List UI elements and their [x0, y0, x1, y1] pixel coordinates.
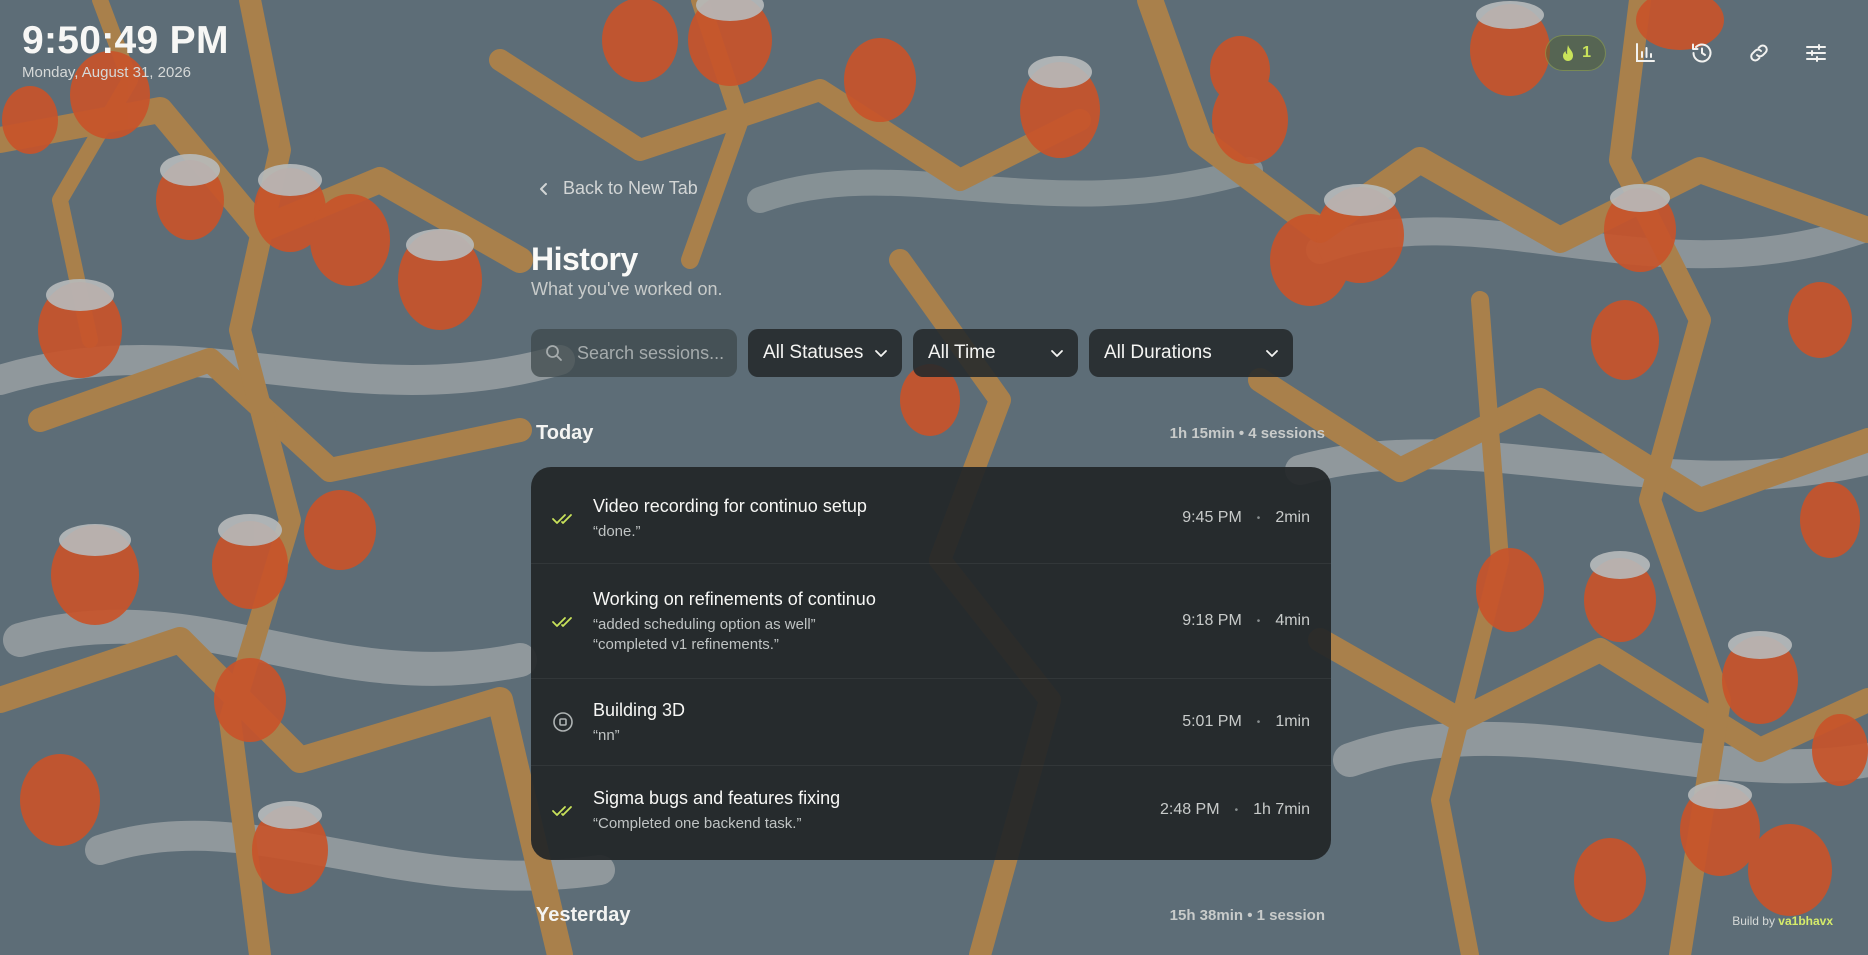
session-time: 2:48 PM: [1159, 801, 1220, 818]
group-summary: 15h 38min • 1 session: [1169, 907, 1325, 924]
session-title: Sigma bugs and features fixing: [593, 788, 841, 808]
session-note: “nn”: [593, 727, 620, 744]
duration-filter-value: All Durations: [1104, 342, 1212, 363]
session-row[interactable]: Working on refinements of continuo “adde…: [531, 564, 1331, 679]
stats-button[interactable]: [1627, 35, 1663, 71]
session-note: “done.”: [593, 523, 641, 540]
session-duration: 2min: [1275, 509, 1310, 526]
streak-badge[interactable]: 1: [1545, 35, 1606, 71]
status-filter-select[interactable]: All Statuses: [748, 329, 902, 377]
flame-icon: [1563, 45, 1574, 61]
status-filter-value: All Statuses: [763, 342, 864, 363]
search-icon: [546, 345, 562, 361]
session-duration: 4min: [1275, 612, 1310, 629]
group-title: Today: [536, 422, 594, 444]
clock-date: Monday, August 31, 2026: [22, 64, 192, 81]
clock-time: 9:50:49 PM: [22, 19, 229, 62]
back-link[interactable]: Back to New Tab: [537, 178, 1331, 199]
double-check-icon: [552, 617, 572, 627]
top-toolbar: 1: [1545, 35, 1834, 71]
settings-button[interactable]: [1798, 35, 1834, 71]
settings-sliders-icon: [1806, 44, 1826, 62]
duration-filter-select[interactable]: All Durations: [1089, 329, 1293, 377]
back-link-label: Back to New Tab: [563, 178, 698, 198]
separator-dot: •: [1234, 804, 1239, 816]
double-check-icon: [552, 514, 572, 524]
stopped-circle-icon: [553, 712, 573, 732]
chevron-down-icon: [875, 350, 887, 357]
session-note: “Completed one backend task.”: [593, 815, 802, 832]
session-title: Building 3D: [593, 700, 686, 720]
session-time: 9:45 PM: [1182, 509, 1242, 526]
chevron-down-icon: [1266, 350, 1278, 357]
group-header-yesterday: Yesterday 15h 38min • 1 session: [531, 904, 1331, 927]
stats-icon: [1636, 43, 1655, 62]
history-page: Back to New Tab History What you've work…: [531, 178, 1331, 927]
history-icon: [1692, 43, 1712, 63]
page-title: History: [531, 241, 638, 277]
clock: 9:50:49 PM Monday, August 31, 2026: [22, 18, 229, 81]
group-summary: 1h 15min • 4 sessions: [1169, 425, 1325, 442]
session-note: “added scheduling option as well”: [593, 616, 816, 633]
group-title: Yesterday: [536, 904, 631, 926]
history-button[interactable]: [1684, 35, 1720, 71]
session-row[interactable]: Sigma bugs and features fixing “Complete…: [531, 766, 1331, 854]
session-title: Video recording for continuo setup: [593, 496, 867, 516]
chevron-down-icon: [1051, 350, 1063, 357]
session-duration: 1min: [1275, 713, 1310, 730]
separator-dot: •: [1256, 615, 1261, 627]
session-time: 5:01 PM: [1182, 713, 1242, 730]
session-title: Working on refinements of continuo: [593, 589, 876, 609]
time-filter-value: All Time: [928, 342, 996, 363]
time-filter-select[interactable]: All Time: [913, 329, 1078, 377]
separator-dot: •: [1256, 512, 1261, 524]
link-button[interactable]: [1741, 35, 1777, 71]
double-check-icon: [552, 806, 572, 816]
session-time: 9:18 PM: [1182, 612, 1242, 629]
build-credit: Build by va1bhavx: [1732, 914, 1833, 928]
session-duration: 1h 7min: [1253, 801, 1310, 818]
session-row[interactable]: Video recording for continuo setup “done…: [531, 473, 1331, 564]
group-header-today: Today 1h 15min • 4 sessions: [531, 422, 1331, 445]
filter-bar: All Statuses All Time All Durations: [531, 329, 1331, 377]
page-subtitle: What you've worked on.: [531, 279, 723, 299]
session-row[interactable]: Building 3D “nn” 5:01 PM • 1min: [531, 679, 1331, 766]
search-input[interactable]: [575, 341, 729, 365]
session-list: Video recording for continuo setup “done…: [531, 467, 1331, 860]
link-icon: [1750, 44, 1768, 62]
separator-dot: •: [1256, 716, 1261, 728]
build-author[interactable]: va1bhavx: [1778, 914, 1833, 928]
streak-count: 1: [1582, 44, 1591, 61]
search-box: [531, 329, 737, 377]
session-note: “completed v1 refinements.”: [593, 636, 779, 653]
chevron-left-icon: [540, 182, 547, 195]
build-prefix: Build by: [1732, 914, 1775, 928]
